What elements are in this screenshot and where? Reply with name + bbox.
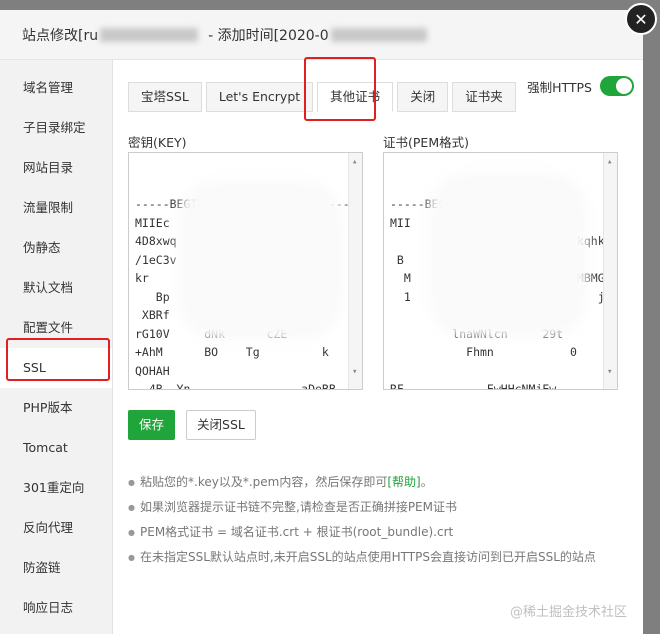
action-buttons: 保存 关闭SSL [128,410,628,440]
sidebar-item-rewrite[interactable]: 伪静态 [0,228,112,268]
force-https: 强制HTTPS [527,76,634,96]
dialog-title-middle: - 添加时间[2020-0 [208,27,329,44]
sidebar-item-reverse-proxy[interactable]: 反向代理 [0,508,112,548]
dialog-title-prefix: 站点修改[ru [22,27,99,44]
toggle-knob [616,78,632,94]
force-https-label: 强制HTTPS [527,79,592,95]
sidebar-item-response-log[interactable]: 响应日志 [0,588,112,628]
ssl-tabs: 宝塔SSL Let's Encrypt 其他证书 关闭 证书夹 强制HTTPS [128,70,634,112]
key-line: +AhM BO Tg k [135,345,329,359]
sidebar-item-tomcat[interactable]: Tomcat [0,428,112,468]
highlight-other-cert [304,57,376,121]
sidebar-item-traffic-limit[interactable]: 流量限制 [0,188,112,228]
sidebar-item-hotlink[interactable]: 防盗链 [0,548,112,588]
sidebar-item-domain[interactable]: 域名管理 [0,68,112,108]
redaction-blur-cert [428,172,588,337]
sidebar-item-default-doc[interactable]: 默认文档 [0,268,112,308]
note-item: 如果浏览器提示证书链不完整,请检查是否正确拼接PEM证书 [128,495,628,520]
cert-line: Fhmn 0 [390,345,577,359]
cert-label: 证书(PEM格式) [383,135,469,150]
key-scrollbar[interactable] [348,153,362,389]
input-areas: -----BEGIN RSA PRIVATE KEY-----MIIEc /Tg… [128,152,628,392]
key-line: 4B Yn aDeBB [135,382,336,390]
watermark: @稀土掘金技术社区 [509,605,627,620]
cert-scrollbar[interactable] [603,153,617,389]
redaction-blur-key [178,180,343,340]
save-button[interactable]: 保存 [128,410,176,440]
cert-line: RF EwHHcNMjEw [390,382,557,390]
sidebar-item-redirect[interactable]: 301重定向 [0,468,112,508]
tab-cert-folder[interactable]: 证书夹 [452,82,516,112]
ssl-panel: 宝塔SSL Let's Encrypt 其他证书 关闭 证书夹 强制HTTPS … [128,70,634,570]
sidebar-item-subdir[interactable]: 子目录绑定 [0,108,112,148]
note-item: PEM格式证书 = 域名证书.crt + 根证书(root_bundle).cr… [128,520,628,545]
close-ssl-button[interactable]: 关闭SSL [186,410,256,440]
sidebar-item-php-version[interactable]: PHP版本 [0,388,112,428]
tab-close[interactable]: 关闭 [397,82,449,112]
key-line: QOHAH [135,363,170,378]
close-icon[interactable]: ✕ [625,3,657,35]
help-notes: 粘贴您的*.key以及*.pem内容，然后保存即可[帮助]。 如果浏览器提示证书… [128,470,628,570]
redacted-date [330,27,427,42]
help-link[interactable]: [帮助] [387,475,420,489]
tab-baota-ssl[interactable]: 宝塔SSL [128,82,202,112]
note-item: 粘贴您的*.key以及*.pem内容，然后保存即可[帮助]。 [128,470,628,495]
cert-line [390,362,601,381]
tab-lets-encrypt[interactable]: Let's Encrypt [205,82,314,112]
sidebar-item-site-dir[interactable]: 网站目录 [0,148,112,188]
note-item: 在未指定SSL默认站点时,未开启SSL的站点使用HTTPS会直接访问到已开启SS… [128,545,628,570]
highlight-ssl [6,338,110,381]
dialog-titlebar: 站点修改[ru - 添加时间[2020-0 [0,10,643,60]
force-https-toggle[interactable] [600,76,634,96]
redacted-site-name [100,27,199,42]
field-labels: 密钥(KEY) 证书(PEM格式) [128,122,628,152]
key-label: 密钥(KEY) [128,135,187,150]
